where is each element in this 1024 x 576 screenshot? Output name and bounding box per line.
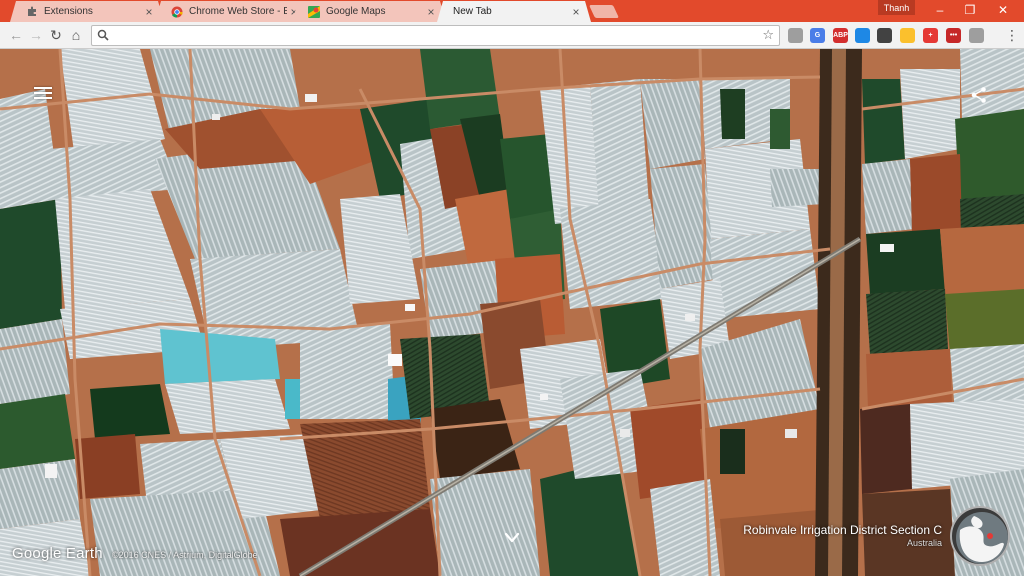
menu-bar (34, 87, 52, 89)
tab-title: Chrome Web Store - Eart (189, 6, 287, 17)
google-earth-logo: Google Earth (12, 545, 103, 562)
share-icon[interactable] (970, 86, 988, 104)
maximize-button[interactable]: ❐ (955, 0, 985, 20)
reload-button[interactable]: ↻ (46, 26, 66, 44)
translate-icon[interactable]: G (810, 28, 825, 43)
place-title[interactable]: Robinvale Irrigation District Section C (743, 523, 942, 537)
home-button[interactable]: ⌂ (66, 26, 86, 44)
yellow-ring-icon[interactable] (900, 28, 915, 43)
earth-menu-button[interactable] (34, 87, 52, 101)
puzzle-icon (26, 6, 38, 18)
tab-close-icon[interactable]: × (424, 5, 438, 19)
blue-circle-icon[interactable] (855, 28, 870, 43)
satellite-imagery[interactable] (0, 49, 1024, 576)
place-subtitle: Australia (906, 538, 942, 548)
chevron-down-icon[interactable] (503, 531, 521, 545)
tab-google-maps[interactable]: Google Maps × (292, 1, 446, 22)
minimize-button[interactable]: – (925, 0, 955, 20)
tab-title: New Tab (453, 6, 492, 17)
chrome-menu-button[interactable]: ⋮ (1005, 27, 1019, 43)
tab-title: Google Maps (326, 6, 386, 17)
browser-toolbar: ← → ↻ ⌂ ☆ G ABP + ••• ⋮ (0, 22, 1024, 49)
globe-icon[interactable] (950, 506, 1010, 566)
tab-close-icon[interactable]: × (569, 5, 583, 19)
layers-icon[interactable] (877, 28, 892, 43)
profile-badge[interactable]: Thanh (878, 0, 915, 15)
tab-new-tab[interactable]: New Tab × (437, 1, 591, 22)
close-window-button[interactable]: ✕ (988, 0, 1018, 20)
maps-pin-icon (308, 6, 320, 18)
back-button[interactable]: ← (6, 26, 26, 44)
tab-chrome-web-store[interactable]: Chrome Web Store - Eart × (155, 1, 309, 22)
imagery-attribution: ©2016 CNES / Astrium, DigitalGlobe (112, 550, 258, 560)
address-input[interactable] (114, 28, 754, 43)
menu-bar (34, 92, 52, 94)
search-icon (97, 29, 109, 41)
title-bar: Extensions × Chrome Web Store - Eart × G… (0, 0, 1024, 22)
earth-map-viewport[interactable]: Google Earth ©2016 CNES / Astrium, Digit… (0, 49, 1024, 576)
bookmark-star-icon[interactable]: ☆ (762, 27, 774, 43)
tab-close-icon[interactable]: × (142, 5, 156, 19)
grey-box-icon[interactable] (969, 28, 984, 43)
red-dots-icon[interactable]: ••• (946, 28, 961, 43)
tab-extensions[interactable]: Extensions × (10, 1, 164, 22)
chrome-webstore-icon (171, 6, 183, 18)
adblock-abp-icon[interactable]: ABP (833, 28, 848, 43)
red-plus-icon[interactable]: + (923, 28, 938, 43)
tab-title: Extensions (44, 6, 93, 17)
extension-grey-icon[interactable] (788, 28, 803, 43)
new-tab-button[interactable] (588, 5, 620, 18)
forward-button[interactable]: → (26, 26, 46, 44)
address-bar[interactable]: ☆ (91, 25, 780, 46)
menu-bar (34, 97, 52, 99)
